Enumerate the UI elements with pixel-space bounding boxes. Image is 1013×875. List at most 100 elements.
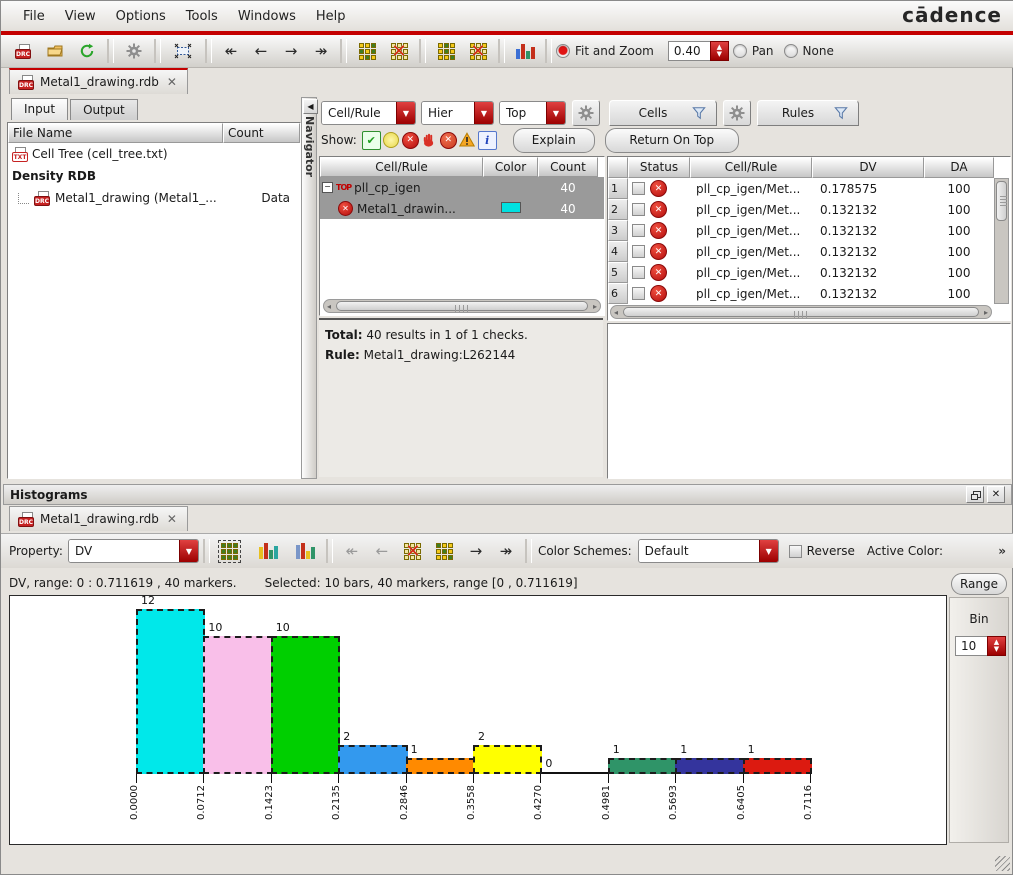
window-resize-grip[interactable] [995,856,1010,871]
show-info-toggle[interactable]: i [478,131,497,150]
menu-view[interactable]: View [55,5,106,28]
hier-dropdown[interactable]: Hier ▼ [421,101,494,125]
select-all-bars-button[interactable] [215,537,245,565]
show-unchecked-toggle[interactable] [383,132,400,149]
histogram-bar[interactable] [608,758,677,774]
column-header-cell-rule[interactable]: Cell/Rule [690,157,812,178]
top-dropdown[interactable]: Top ▼ [499,101,566,125]
return-on-top-button[interactable]: Return On Top [605,128,739,153]
highlight-markers-button[interactable] [431,37,461,65]
tree-horizontal-scrollbar[interactable]: ◂ ▸ [323,299,601,313]
scroll-left-icon[interactable]: ◂ [327,300,331,312]
pan-radio[interactable] [733,44,747,58]
histogram-bar[interactable] [406,758,475,774]
dropdown-arrow-icon[interactable]: ▼ [396,102,415,124]
clear-bar-selection-button[interactable]: ✕ [398,537,428,565]
property-dropdown[interactable]: DV ▼ [68,539,199,563]
histogram-bar[interactable] [136,609,205,774]
scroll-right-icon[interactable]: ▸ [593,300,597,312]
visited-checkbox[interactable] [632,245,645,258]
result-row[interactable]: 3✕pll_cp_igen/Met...0.132132100 [608,220,1010,241]
collapse-navigator-button[interactable]: ◀ [303,99,318,114]
dropdown-arrow-icon[interactable]: ▼ [546,102,565,124]
histogram-bar[interactable] [271,636,340,774]
toolbar-overflow-chevron[interactable]: » [998,544,1006,558]
last-bar-button[interactable]: ↠ [491,542,521,560]
dropdown-arrow-icon[interactable]: ▼ [179,540,198,562]
reverse-checkbox[interactable] [789,545,802,558]
first-result-button[interactable]: ↞ [216,42,246,60]
tab-close-icon[interactable]: ✕ [165,75,179,89]
show-errors-toggle[interactable]: ✕ [402,132,419,149]
dropdown-arrow-icon[interactable]: ▼ [759,540,778,562]
tab-close-icon[interactable]: ✕ [165,512,179,526]
bin-spinbox[interactable]: 10 ▲ ▼ [955,636,1006,656]
float-panel-button[interactable] [966,486,984,503]
column-header-count[interactable]: Count [223,123,300,143]
zoom-value[interactable]: 0.40 [668,41,710,61]
histogram-bar[interactable] [338,745,407,774]
first-bar-button[interactable]: ↞ [337,542,367,560]
visited-checkbox[interactable] [632,266,645,279]
tree-row-top-cell[interactable]: − TOP pll_cp_igen 40 [320,177,604,198]
settings-button[interactable] [119,37,149,65]
previous-result-button[interactable]: ← [246,42,276,60]
cell-rule-dropdown[interactable]: Cell/Rule ▼ [321,101,416,125]
show-warnings-toggle[interactable] [459,132,476,149]
zoom-spinbox[interactable]: 0.40 ▲ ▼ [668,41,729,61]
visited-checkbox[interactable] [632,182,645,195]
select-markers-button[interactable] [352,37,382,65]
result-row[interactable]: 5✕pll_cp_igen/Met...0.132132100 [608,262,1010,283]
explain-button[interactable]: Explain [513,128,595,153]
navigator-splitter[interactable]: ◀ Navigator [301,97,317,479]
result-row[interactable]: 2✕pll_cp_igen/Met...0.132132100 [608,199,1010,220]
column-header-file-name[interactable]: File Name [8,123,223,143]
show-histograms-button[interactable] [510,37,540,65]
histogram-bar[interactable] [743,758,812,774]
none-radio[interactable] [784,44,798,58]
menu-options[interactable]: Options [106,5,176,28]
results-horizontal-scrollbar[interactable]: ◂ ▸ [610,305,992,319]
file-row-cell-tree[interactable]: TXT Cell Tree (cell_tree.txt) [8,143,300,165]
result-row[interactable]: 1✕pll_cp_igen/Met...0.178575100 [608,178,1010,199]
color-scheme-dropdown[interactable]: Default ▼ [638,539,779,563]
histograms-title-bar[interactable]: Histograms ✕ [3,484,1012,505]
result-row[interactable]: 4✕pll_cp_igen/Met...0.132132100 [608,241,1010,262]
show-notrun-toggle[interactable]: ✕ [440,132,457,149]
zoom-spin-buttons[interactable]: ▲ ▼ [710,41,729,61]
rule-color-swatch[interactable] [501,202,521,213]
bin-value[interactable]: 10 [955,636,987,656]
histogram-plot[interactable]: 12101021201110.00000.07120.14230.21350.2… [9,595,947,845]
reload-button[interactable] [72,37,102,65]
tab-rules[interactable]: Rules [757,100,859,126]
tab-input[interactable]: Input [11,98,68,120]
tab-output[interactable]: Output [70,99,138,120]
dropdown-arrow-icon[interactable]: ▼ [474,102,493,124]
show-pass-toggle[interactable]: ✔ [362,131,381,150]
histogram-tab-metal1-drawing-rdb[interactable]: DRC Metal1_drawing.rdb ✕ [9,506,188,531]
histogram-bar[interactable] [675,758,744,774]
range-button[interactable]: Range [951,573,1007,595]
column-header-status[interactable]: Status [628,157,690,178]
apply-bar-selection-button[interactable] [430,537,460,565]
histogram-bar[interactable] [203,636,272,774]
visited-checkbox[interactable] [632,203,645,216]
unhighlight-markers-button[interactable]: ✕ [463,37,493,65]
scroll-right-icon[interactable]: ▸ [984,306,988,318]
file-group-density-rdb[interactable]: Density RDB [8,165,300,187]
column-header-da[interactable]: DA [924,157,994,178]
menu-file[interactable]: File [13,5,55,28]
collapse-expander-icon[interactable]: − [322,182,333,193]
rules-settings-button[interactable] [723,100,751,126]
open-folder-button[interactable] [40,37,70,65]
bin-spin-buttons[interactable]: ▲ ▼ [987,636,1006,656]
column-header-color[interactable]: Color [483,157,538,177]
fit-view-button[interactable] [166,37,200,65]
visited-checkbox[interactable] [632,287,645,300]
results-vertical-scrollbar[interactable] [994,178,1009,304]
column-header-count[interactable]: Count [538,157,598,177]
histogram-highlight-button[interactable] [291,537,321,565]
last-result-button[interactable]: ↠ [306,42,336,60]
histogram-bar[interactable] [473,745,542,774]
column-header-cell-rule[interactable]: Cell/Rule [320,157,483,177]
